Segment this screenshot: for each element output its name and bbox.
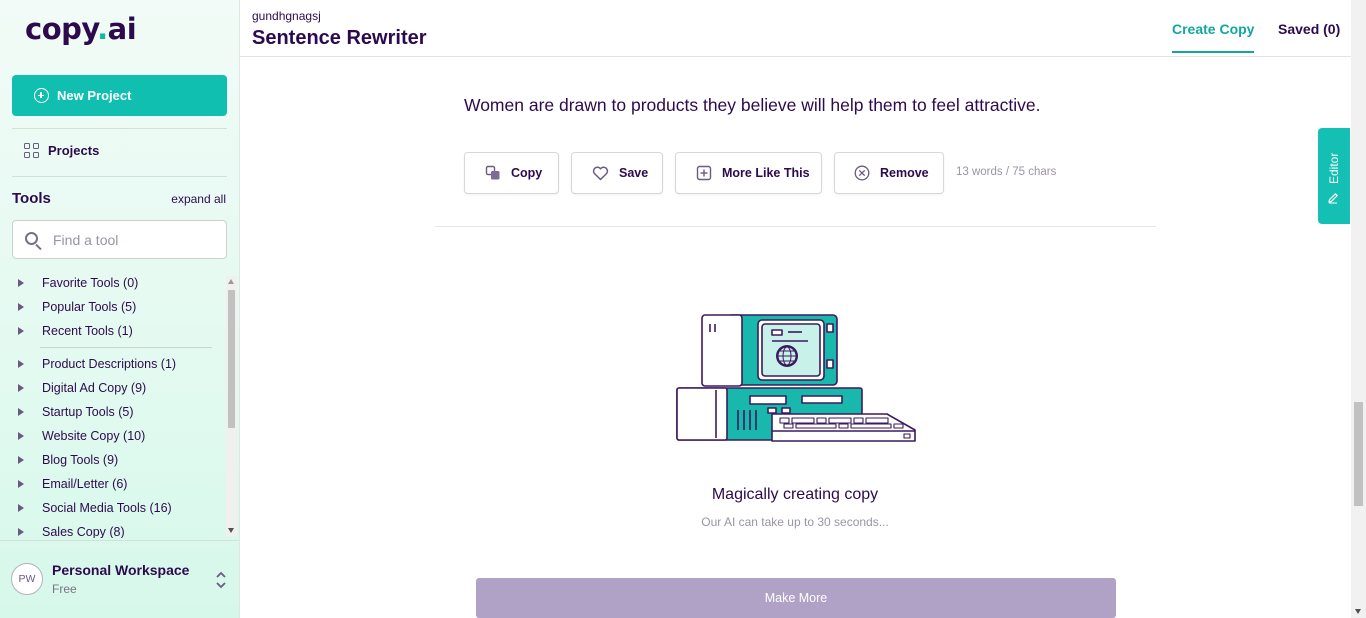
content-divider bbox=[435, 226, 1156, 227]
tool-group-label: Digital Ad Copy (9) bbox=[42, 381, 147, 395]
caret-right-icon bbox=[18, 504, 24, 512]
more-like-this-label: More Like This bbox=[722, 166, 810, 180]
tool-group-startup-tools[interactable]: Startup Tools (5) bbox=[18, 403, 133, 421]
new-project-label: New Project bbox=[57, 88, 132, 103]
expand-all-button[interactable]: expand all bbox=[171, 192, 226, 206]
tool-group-label: Blog Tools (9) bbox=[42, 453, 119, 467]
caret-right-icon bbox=[18, 360, 24, 368]
scroll-down-arrow-icon[interactable] bbox=[1355, 609, 1361, 614]
tool-group-label: Recent Tools (1) bbox=[42, 324, 133, 338]
tool-group-label: Product Descriptions (1) bbox=[42, 357, 177, 371]
tool-group-label: Email/Letter (6) bbox=[42, 477, 128, 491]
tool-search-box[interactable] bbox=[12, 220, 227, 259]
tool-group-social-media-tools[interactable]: Social Media Tools (16) bbox=[18, 499, 172, 517]
tool-group-label: Sales Copy (8) bbox=[42, 525, 125, 538]
copy-button-label: Copy bbox=[511, 166, 543, 180]
projects-link[interactable]: Projects bbox=[24, 143, 99, 158]
tool-group-email-letter[interactable]: Email/Letter (6) bbox=[18, 475, 127, 493]
sidebar-divider bbox=[12, 128, 227, 129]
tab-create-copy[interactable]: Create Copy bbox=[1172, 21, 1255, 53]
tool-group-label: Startup Tools (5) bbox=[42, 405, 134, 419]
scroll-up-arrow-icon[interactable] bbox=[228, 279, 234, 284]
caret-right-icon bbox=[18, 480, 24, 488]
workspace-switcher[interactable]: PW Personal Workspace Free bbox=[0, 540, 239, 618]
editor-tab-label: Editor bbox=[1327, 152, 1341, 184]
workspace-plan: Free bbox=[52, 582, 77, 596]
remove-button[interactable]: Remove bbox=[834, 152, 944, 194]
scroll-down-arrow-icon[interactable] bbox=[228, 528, 234, 533]
sidebar: copy.ai New Project Projects Tools expan… bbox=[0, 0, 240, 618]
grid-icon bbox=[24, 143, 39, 158]
sidebar-divider bbox=[12, 176, 227, 177]
pencil-icon bbox=[1328, 193, 1338, 204]
tool-group-website-copy[interactable]: Website Copy (10) bbox=[18, 427, 145, 445]
copy-icon bbox=[485, 165, 500, 180]
caret-right-icon bbox=[18, 408, 24, 416]
copy-button[interactable]: Copy bbox=[464, 152, 559, 194]
scrollbar-thumb[interactable] bbox=[228, 290, 235, 428]
tool-group-label: Social Media Tools (16) bbox=[42, 501, 172, 515]
plus-square-icon bbox=[696, 165, 712, 181]
tool-group-blog-tools[interactable]: Blog Tools (9) bbox=[18, 451, 118, 469]
tab-saved[interactable]: Saved (0) bbox=[1278, 21, 1340, 37]
main-scrollbar[interactable] bbox=[1351, 0, 1366, 618]
remove-button-label: Remove bbox=[880, 166, 929, 180]
chevron-up-down-icon bbox=[216, 571, 226, 589]
caret-right-icon bbox=[18, 279, 24, 287]
tool-group-product-descriptions[interactable]: Product Descriptions (1) bbox=[18, 355, 176, 373]
tool-list-divider bbox=[40, 347, 212, 348]
save-button[interactable]: Save bbox=[571, 152, 663, 194]
copyai-logo[interactable]: copy.ai bbox=[25, 12, 137, 46]
tool-search-input[interactable] bbox=[53, 231, 213, 248]
computer-illustration bbox=[676, 314, 916, 442]
loading-subtitle: Our AI can take up to 30 seconds... bbox=[701, 515, 889, 529]
workspace-avatar: PW bbox=[11, 563, 43, 595]
tool-group-label: Favorite Tools (0) bbox=[42, 276, 139, 290]
page-header: gundhgnagsj Sentence Rewriter Create Cop… bbox=[240, 0, 1366, 57]
save-button-label: Save bbox=[619, 166, 649, 180]
word-char-count: 13 words / 75 chars bbox=[956, 166, 1057, 178]
tool-list-scrollbar[interactable] bbox=[226, 276, 237, 536]
caret-right-icon bbox=[18, 303, 24, 311]
loading-title: Magically creating copy bbox=[711, 486, 879, 503]
workspace-name: Personal Workspace bbox=[52, 562, 190, 578]
tools-heading: Tools bbox=[12, 190, 51, 207]
tool-group-digital-ad-copy[interactable]: Digital Ad Copy (9) bbox=[18, 379, 146, 397]
heart-icon bbox=[592, 166, 609, 180]
tool-group-label: Popular Tools (5) bbox=[42, 300, 137, 314]
more-like-this-button[interactable]: More Like This bbox=[675, 152, 822, 194]
make-more-button[interactable]: Make More bbox=[476, 578, 1116, 618]
plus-circle-icon bbox=[34, 88, 49, 103]
tool-group-sales-copy[interactable]: Sales Copy (8) bbox=[18, 523, 125, 538]
new-project-button[interactable]: New Project bbox=[12, 75, 227, 116]
tool-group-label: Website Copy (10) bbox=[42, 429, 146, 443]
editor-toggle-tab[interactable]: Editor bbox=[1318, 128, 1350, 224]
caret-right-icon bbox=[18, 432, 24, 440]
caret-right-icon bbox=[18, 528, 24, 536]
projects-label: Projects bbox=[48, 143, 100, 158]
page-title: Sentence Rewriter bbox=[252, 27, 427, 49]
caret-right-icon bbox=[18, 384, 24, 392]
generated-copy-text: Women are drawn to products they believe… bbox=[464, 95, 1041, 115]
scrollbar-thumb[interactable] bbox=[1354, 402, 1363, 506]
caret-right-icon bbox=[18, 456, 24, 464]
search-icon bbox=[25, 231, 38, 245]
tool-group-popular[interactable]: Popular Tools (5) bbox=[18, 298, 136, 316]
tool-list: Favorite Tools (0) Popular Tools (5) Rec… bbox=[0, 274, 226, 538]
x-circle-icon bbox=[854, 165, 870, 181]
project-name[interactable]: gundhgnagsj bbox=[252, 9, 321, 23]
caret-right-icon bbox=[18, 327, 24, 335]
tool-group-favorite[interactable]: Favorite Tools (0) bbox=[18, 274, 138, 292]
tool-group-recent[interactable]: Recent Tools (1) bbox=[18, 322, 133, 340]
